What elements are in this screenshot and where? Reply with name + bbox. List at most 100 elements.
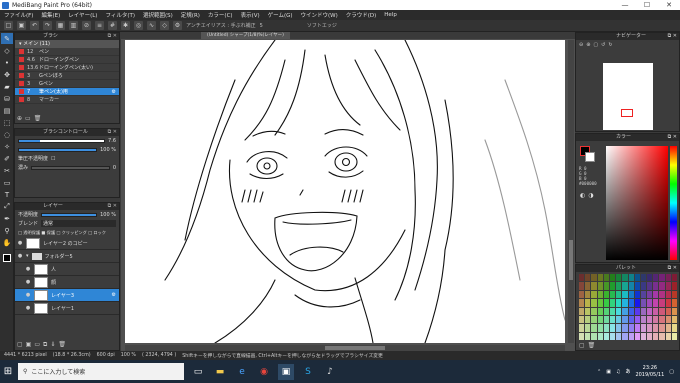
palette-swatch[interactable] (585, 299, 591, 307)
thickness-slider[interactable] (31, 165, 110, 170)
brush-item[interactable]: 3 Gペンぼろ (15, 72, 119, 80)
skype-icon[interactable]: S (300, 364, 316, 380)
palette-swatch[interactable] (634, 307, 640, 315)
menu-window[interactable]: ウインドウ(W) (301, 11, 338, 19)
palette-swatch[interactable] (622, 307, 628, 315)
palette-swatch[interactable] (585, 307, 591, 315)
palette-swatch[interactable] (653, 324, 659, 332)
gradient-tool-icon[interactable]: ▤ (1, 105, 13, 116)
layer-options-row[interactable]: □ 透明保護 ■ 保護 □ クリッピング □ ロック (15, 228, 119, 237)
redo-icon[interactable]: ↷ (43, 21, 52, 30)
palette-swatch[interactable] (603, 282, 609, 290)
palette-swatch[interactable] (622, 324, 628, 332)
layer-row[interactable]: ● レイヤー1 (15, 302, 119, 315)
menu-cloud[interactable]: クラウド(D) (346, 11, 377, 19)
snap-curve-icon[interactable]: ∿ (147, 21, 156, 30)
palette-swatch[interactable] (591, 299, 597, 307)
palette-swatch[interactable] (640, 315, 647, 324)
canvas-tab[interactable]: (Untitled) シャープ(1/8)%(レイヤー) (201, 32, 290, 39)
palette-swatch[interactable] (609, 290, 616, 299)
palette-swatch[interactable] (585, 290, 591, 299)
palette-swatch[interactable] (665, 324, 671, 332)
move-tool-icon[interactable]: ✥ (1, 69, 13, 80)
palette-swatch[interactable] (609, 332, 616, 340)
palette-swatch[interactable] (653, 274, 659, 282)
duplicate-layer-icon[interactable]: ⧉ (43, 341, 47, 349)
palette-swatch[interactable] (585, 324, 591, 332)
palette-swatch[interactable] (653, 307, 659, 315)
palette-swatch[interactable] (653, 282, 659, 290)
menu-file[interactable]: ファイル(F) (4, 11, 33, 19)
palette-swatch[interactable] (634, 324, 640, 332)
palette-swatch[interactable] (640, 324, 647, 332)
palette-swatch[interactable] (616, 324, 622, 332)
visibility-eye-icon[interactable]: ● (17, 240, 23, 246)
palette-swatch[interactable] (603, 274, 609, 282)
music-icon[interactable]: ♪ (322, 364, 338, 380)
palette-swatch[interactable] (603, 299, 609, 307)
layer-options[interactable]: □ 透明保護 ■ 保護 □ クリッピング □ ロック (18, 230, 106, 236)
zoom-in-icon[interactable]: ⊕ (586, 42, 590, 48)
palette-swatch[interactable] (609, 324, 616, 332)
palette-swatch[interactable] (597, 307, 603, 315)
brush-tool-icon[interactable]: ✎ (1, 33, 13, 44)
palette-swatch[interactable] (616, 307, 622, 315)
color-wheel-icon[interactable]: ◐ (580, 192, 585, 199)
palette-swatch[interactable] (628, 274, 634, 282)
lasso-tool-icon[interactable]: ◌ (1, 129, 13, 140)
brush-item[interactable]: 8 マーカー (15, 96, 119, 104)
palette-swatch[interactable] (616, 315, 622, 324)
add-color-icon[interactable]: ▢ (579, 342, 585, 349)
navigator-viewport[interactable] (621, 109, 633, 117)
file-explorer-icon[interactable]: ▬ (212, 364, 228, 380)
palette-swatch[interactable] (603, 324, 609, 332)
palette-swatch[interactable] (634, 290, 640, 299)
task-view-icon[interactable]: ▭ (190, 364, 206, 380)
start-button-icon[interactable]: ⊞ (0, 360, 16, 383)
palette-swatch[interactable] (659, 274, 665, 282)
palette-swatch[interactable] (609, 315, 616, 324)
snap-settings-icon[interactable]: ⚙ (173, 21, 182, 30)
layer-row-selected[interactable]: ● レイヤー3 ⚙ (15, 289, 119, 302)
brush-delete-icon[interactable]: 🗑 (34, 115, 42, 122)
palette-swatch[interactable] (579, 315, 585, 324)
palette-swatch[interactable] (622, 274, 628, 282)
palette-swatch[interactable] (616, 282, 622, 290)
panel-controls-icon[interactable]: ⧉ ✕ (668, 265, 677, 272)
layout-icon[interactable]: ▥ (69, 21, 78, 30)
palette-swatch[interactable] (609, 274, 616, 282)
fit-icon[interactable]: ▢ (593, 42, 598, 48)
palette-swatch[interactable] (653, 315, 659, 324)
visibility-eye-icon[interactable]: ● (25, 266, 31, 272)
bucket-tool-icon[interactable]: ⛁ (1, 93, 13, 104)
snap-cross-icon[interactable]: # (108, 21, 117, 30)
palette-swatch[interactable] (603, 307, 609, 315)
palette-swatch[interactable] (609, 307, 616, 315)
palette-swatch[interactable] (653, 290, 659, 299)
snap-off-icon[interactable]: ⊘ (82, 21, 91, 30)
palette-swatch[interactable] (659, 324, 665, 332)
palette-swatch[interactable] (665, 332, 671, 340)
palette-swatch[interactable] (647, 332, 653, 340)
add-folder-icon[interactable]: ▭ (34, 341, 40, 349)
palette-swatch[interactable] (628, 324, 634, 332)
volume-icon[interactable]: ♫ (616, 369, 620, 375)
brush-folder[interactable]: ▾ メイン (11) (15, 40, 119, 48)
palette-swatch[interactable] (659, 332, 665, 340)
eyedropper-tool-icon[interactable]: ✒ (1, 213, 13, 224)
visibility-eye-icon[interactable]: ● (25, 305, 31, 311)
palette-swatch[interactable] (597, 290, 603, 299)
palette-swatch[interactable] (640, 274, 647, 282)
merge-down-icon[interactable]: ⇓ (50, 341, 55, 349)
maximize-button[interactable]: ☐ (636, 0, 658, 10)
snap-parallel-icon[interactable]: ≡ (95, 21, 104, 30)
palette-swatch[interactable] (585, 282, 591, 290)
layer-row[interactable]: ● 顔 (15, 276, 119, 289)
palette-swatch[interactable] (647, 315, 653, 324)
palette-swatch[interactable] (591, 315, 597, 324)
panel-controls-icon[interactable]: ⧉ ✕ (108, 129, 117, 136)
select-pen-tool-icon[interactable]: ✐ (1, 153, 13, 164)
palette-swatch[interactable] (628, 299, 634, 307)
brush-item[interactable]: 3 Gペン (15, 80, 119, 88)
layer-row[interactable]: ● レイヤー2 のコピー (15, 237, 119, 250)
